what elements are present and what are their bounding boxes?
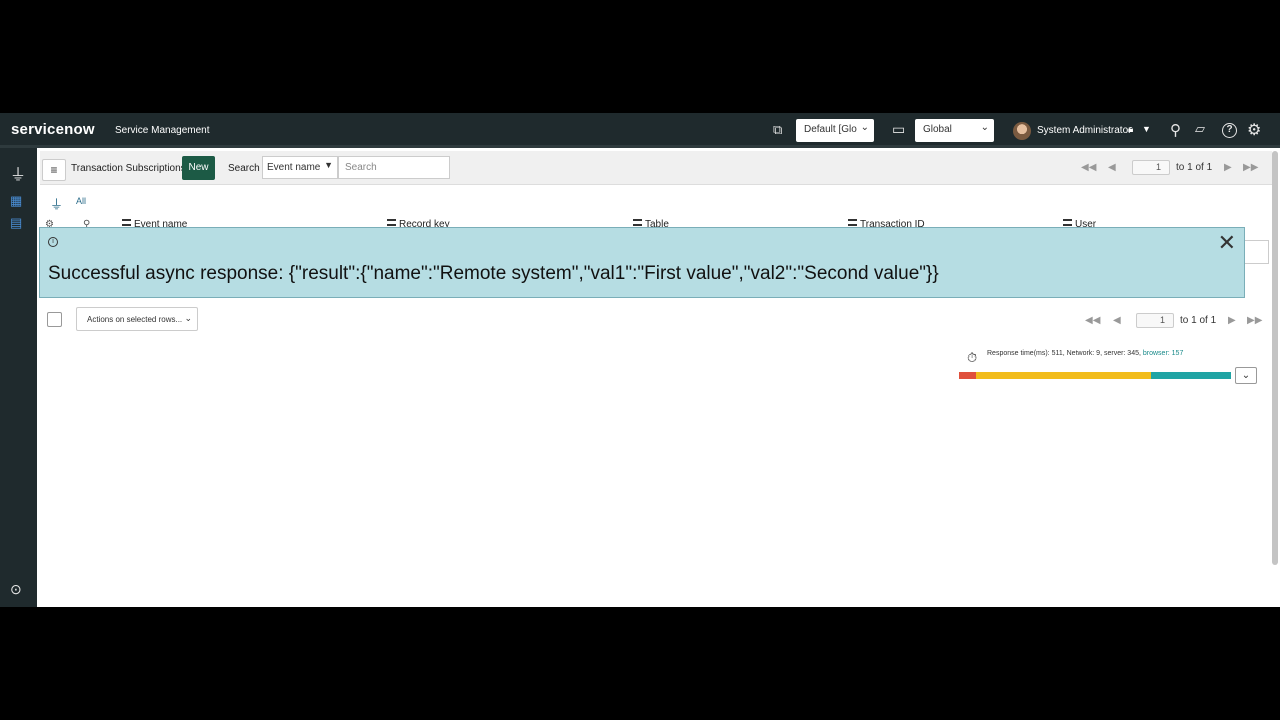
- lock-icon: 🔒︎: [1128, 124, 1134, 135]
- page-number-input[interactable]: 1: [1136, 313, 1174, 328]
- last-page-icon[interactable]: ▶▶: [1243, 162, 1258, 173]
- chevron-down-icon[interactable]: ▼: [1142, 124, 1151, 134]
- filter-navigator-icon[interactable]: ⏚: [10, 161, 26, 185]
- page-number-input[interactable]: 1: [1132, 160, 1170, 175]
- gear-icon[interactable]: ⚙: [1247, 120, 1261, 140]
- list-menu-button[interactable]: ≡: [42, 159, 66, 181]
- search-field-select[interactable]: Event name ▼: [262, 156, 338, 179]
- stopwatch-icon: ⏱: [967, 350, 978, 365]
- app-frame: servicenow Service Management ⧉ Default …: [0, 113, 1280, 607]
- response-bar-browser: [1151, 372, 1231, 379]
- update-set-select[interactable]: Global ⌄: [915, 119, 994, 142]
- close-icon[interactable]: ✕: [1218, 230, 1236, 256]
- document-icon[interactable]: ▤: [10, 215, 22, 231]
- next-page-icon[interactable]: ▶: [1224, 162, 1232, 173]
- page-count-text: to 1 of 1: [1176, 162, 1213, 173]
- previous-page-icon[interactable]: ◀: [1108, 162, 1116, 173]
- scrollbar[interactable]: [1272, 151, 1278, 565]
- caret-down-icon: ▼: [324, 160, 333, 170]
- chevron-down-icon: ⌄: [184, 313, 192, 323]
- help-icon[interactable]: ?: [1222, 123, 1237, 138]
- notification-message: Successful async response: {"result":{"n…: [48, 263, 939, 284]
- left-nav: ⏚ ▦ ▤ ⊙: [0, 148, 37, 607]
- first-page-icon[interactable]: ◀◀: [1085, 315, 1100, 326]
- chevron-down-icon: ⌄: [980, 122, 989, 133]
- first-page-icon[interactable]: ◀◀: [1081, 162, 1096, 173]
- select-all-checkbox[interactable]: [47, 312, 62, 327]
- breadcrumb[interactable]: All: [76, 196, 86, 206]
- application-scope-select[interactable]: Default [Glo ⌄: [796, 119, 874, 142]
- avatar[interactable]: [1013, 122, 1031, 140]
- calendar-icon[interactable]: ▦: [10, 193, 22, 209]
- list-header: ≡ Transaction Subscriptions New Search E…: [40, 151, 1272, 185]
- user-name[interactable]: System Administrator: [1037, 125, 1131, 136]
- previous-page-icon[interactable]: ◀: [1113, 315, 1121, 326]
- response-bar-server: [976, 372, 1151, 379]
- filter-icon[interactable]: ⏚: [50, 194, 63, 213]
- info-icon: i: [48, 237, 58, 247]
- search-label: Search: [228, 163, 260, 174]
- response-time-text: Response time(ms): 511, Network: 9, serv…: [987, 350, 1184, 357]
- new-button[interactable]: New: [182, 156, 215, 180]
- chevron-down-icon: ⌄: [860, 122, 869, 133]
- response-bar-network: [959, 372, 976, 379]
- servicenow-logo[interactable]: servicenow: [11, 121, 95, 138]
- product-name: Service Management: [115, 125, 210, 136]
- page-count-text: to 1 of 1: [1180, 315, 1217, 326]
- play-icon[interactable]: ⊙: [10, 581, 22, 598]
- last-page-icon[interactable]: ▶▶: [1247, 315, 1262, 326]
- expand-response-details-button[interactable]: ⌄: [1235, 367, 1257, 384]
- search-row-field[interactable]: [1244, 240, 1269, 264]
- search-input[interactable]: Search: [338, 156, 450, 179]
- next-page-icon[interactable]: ▶: [1228, 315, 1236, 326]
- history-icon[interactable]: ⧉: [773, 122, 782, 138]
- chat-icon[interactable]: ▱: [1195, 121, 1205, 137]
- actions-on-selected-rows-select[interactable]: Actions on selected rows... ⌄: [76, 307, 198, 331]
- top-banner: servicenow Service Management ⧉ Default …: [0, 113, 1280, 148]
- scope-icon[interactable]: ▭: [892, 121, 905, 138]
- search-icon[interactable]: ⚲: [1170, 121, 1181, 139]
- info-notification: i ✕ Successful async response: {"result"…: [39, 227, 1245, 298]
- list-title: Transaction Subscriptions: [71, 163, 186, 174]
